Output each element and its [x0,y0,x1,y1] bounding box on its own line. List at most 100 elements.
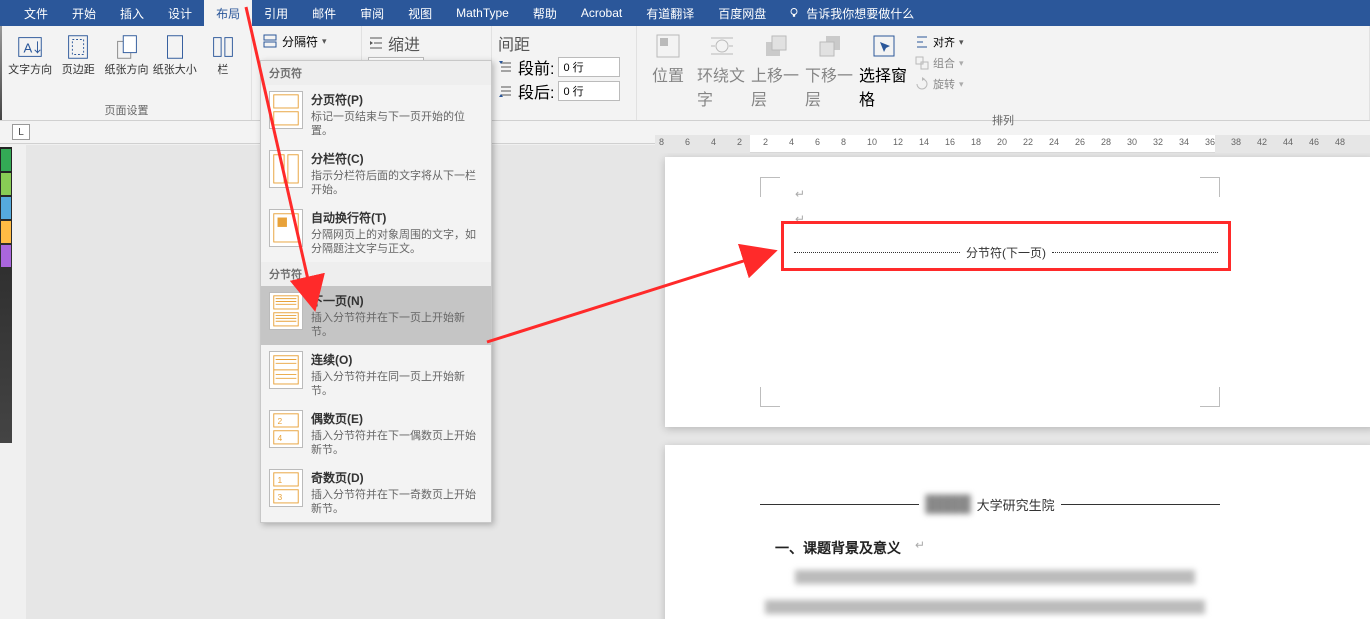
tab-youdao[interactable]: 有道翻译 [634,0,706,26]
space-before-value[interactable]: 0 行 [558,57,620,77]
position-button: 位置 [643,30,693,110]
space-before-icon [498,59,514,75]
position-icon [654,32,682,60]
tab-acrobat[interactable]: Acrobat [569,0,634,26]
tab-mailings[interactable]: 邮件 [300,0,348,26]
dd-page-break[interactable]: 分页符(P)标记一页结束与下一页开始的位置。 [261,85,491,144]
breaks-button[interactable]: 分隔符 ▾ [258,30,355,52]
ruler-mark: 8 [841,137,846,147]
ruler-mark: 12 [893,137,903,147]
next-page-icon [269,292,303,330]
ruler-mark: 14 [919,137,929,147]
tab-mathtype[interactable]: MathType [444,0,521,26]
dd-section-section-breaks: 分节符 [261,262,491,286]
ruler-mark: 2 [737,137,742,147]
send-backward-button: 下移一层 [805,30,855,110]
column-break-icon [269,150,303,188]
align-button[interactable]: 对齐▾ [913,32,966,52]
ruler-mark: 32 [1153,137,1163,147]
thumbnail-strip[interactable] [0,147,12,443]
ruler-mark: 18 [971,137,981,147]
ruler-mark: 28 [1101,137,1111,147]
orientation-button[interactable]: 纸张方向 [104,30,148,100]
odd-page-icon: 13 [269,469,303,507]
tab-view[interactable]: 视图 [396,0,444,26]
orientation-icon [112,32,142,62]
selection-pane-button[interactable]: 选择窗格 [859,30,909,110]
bring-forward-button: 上移一层 [751,30,801,110]
dd-even-page[interactable]: 24 偶数页(E)插入分节符并在下一偶数页上开始新节。 [261,404,491,463]
dd-column-break[interactable]: 分栏符(C)指示分栏符后面的文字将从下一栏开始。 [261,144,491,203]
space-before-label: 段前: [518,55,554,79]
align-icon [915,35,929,49]
columns-button[interactable]: 栏 [201,30,245,100]
tab-stop-selector[interactable]: L [12,124,30,140]
svg-text:A: A [24,41,33,56]
space-after-icon [498,83,514,99]
ruler-mark: 36 [1205,137,1215,147]
dd-section-page-breaks: 分页符 [261,61,491,85]
space-after-value[interactable]: 0 行 [558,81,620,101]
even-page-icon: 24 [269,410,303,448]
ribbon: A 文字方向 页边距 纸张方向 纸张大小 栏 页面设置 [0,26,1370,121]
text-direction-button[interactable]: A 文字方向 [8,30,52,100]
tab-file[interactable]: 文件 [12,0,60,26]
rotate-button: 旋转▾ [913,74,966,94]
dd-next-page[interactable]: 下一页(N)插入分节符并在下一页上开始新节。 [261,286,491,345]
ruler-mark: 30 [1127,137,1137,147]
dd-continuous[interactable]: 连续(O)插入分节符并在同一页上开始新节。 [261,345,491,404]
dd-odd-page[interactable]: 13 奇数页(D)插入分节符并在下一奇数页上开始新节。 [261,463,491,522]
ruler-mark: 46 [1309,137,1319,147]
tell-me-label: 告诉我你想要做什么 [806,5,914,22]
menu-tabs: 文件 开始 插入 设计 布局 引用 邮件 审阅 视图 MathType 帮助 A… [0,0,1370,26]
ruler-mark: 44 [1283,137,1293,147]
text-direction-icon: A [15,32,45,62]
lightbulb-icon [788,7,800,19]
tab-baidu[interactable]: 百度网盘 [706,0,778,26]
section-break-label: 分节符(下一页) [960,244,1052,261]
ruler-mark: 4 [789,137,794,147]
arrange-group-label: 排列 [643,110,1363,130]
tab-help[interactable]: 帮助 [521,0,569,26]
send-backward-icon [816,32,844,60]
dd-text-wrapping-break[interactable]: 自动换行符(T)分隔网页上的对象周围的文字，如分隔题注文字与正文。 [261,203,491,262]
ruler-mark: 2 [763,137,768,147]
svg-text:4: 4 [278,433,283,443]
svg-text:3: 3 [278,492,283,502]
tab-references[interactable]: 引用 [252,0,300,26]
text-wrap-break-icon [269,209,303,247]
margins-button[interactable]: 页边距 [56,30,100,100]
ruler-mark: 26 [1075,137,1085,147]
paragraph-mark: ↵ [915,538,925,552]
page-1[interactable]: ↵ ↵ 分节符(下一页) [665,157,1370,427]
header-text: 大学研究生院 [977,495,1055,514]
horizontal-ruler[interactable]: 8642246810121416182022242628303234363842… [655,135,1370,153]
ruler-mark: 34 [1179,137,1189,147]
indent-header: 缩进 [388,31,420,55]
body-blur-line [765,600,1205,614]
page-2[interactable]: ████ 大学研究生院 一、课题背景及意义 ↵ [665,445,1370,619]
continuous-icon [269,351,303,389]
ruler-mark: 20 [997,137,1007,147]
wrap-text-icon [708,32,736,60]
size-button[interactable]: 纸张大小 [153,30,197,100]
tab-home[interactable]: 开始 [60,0,108,26]
tab-insert[interactable]: 插入 [108,0,156,26]
wrap-text-button: 环绕文字 [697,30,747,110]
columns-icon [208,32,238,62]
spacing-header: 间距 [498,31,530,55]
tell-me-search[interactable]: 告诉我你想要做什么 [778,0,924,26]
tab-layout[interactable]: 布局 [204,0,252,26]
breaks-dropdown: 分页符 分页符(P)标记一页结束与下一页开始的位置。 分栏符(C)指示分栏符后面… [260,60,492,523]
page-size-icon [160,32,190,62]
page-setup-group-label: 页面设置 [8,100,245,120]
breaks-icon [262,33,278,49]
tab-design[interactable]: 设计 [156,0,204,26]
page-break-icon [269,91,303,129]
body-blur-line [795,570,1195,584]
ruler-mark: 38 [1231,137,1241,147]
document-area[interactable]: ↵ ↵ 分节符(下一页) ████ 大学研究生院 一、课题背景及意义 ↵ [26,145,1370,619]
ruler-mark: 22 [1023,137,1033,147]
tab-review[interactable]: 审阅 [348,0,396,26]
paragraph-mark: ↵ [795,187,805,201]
